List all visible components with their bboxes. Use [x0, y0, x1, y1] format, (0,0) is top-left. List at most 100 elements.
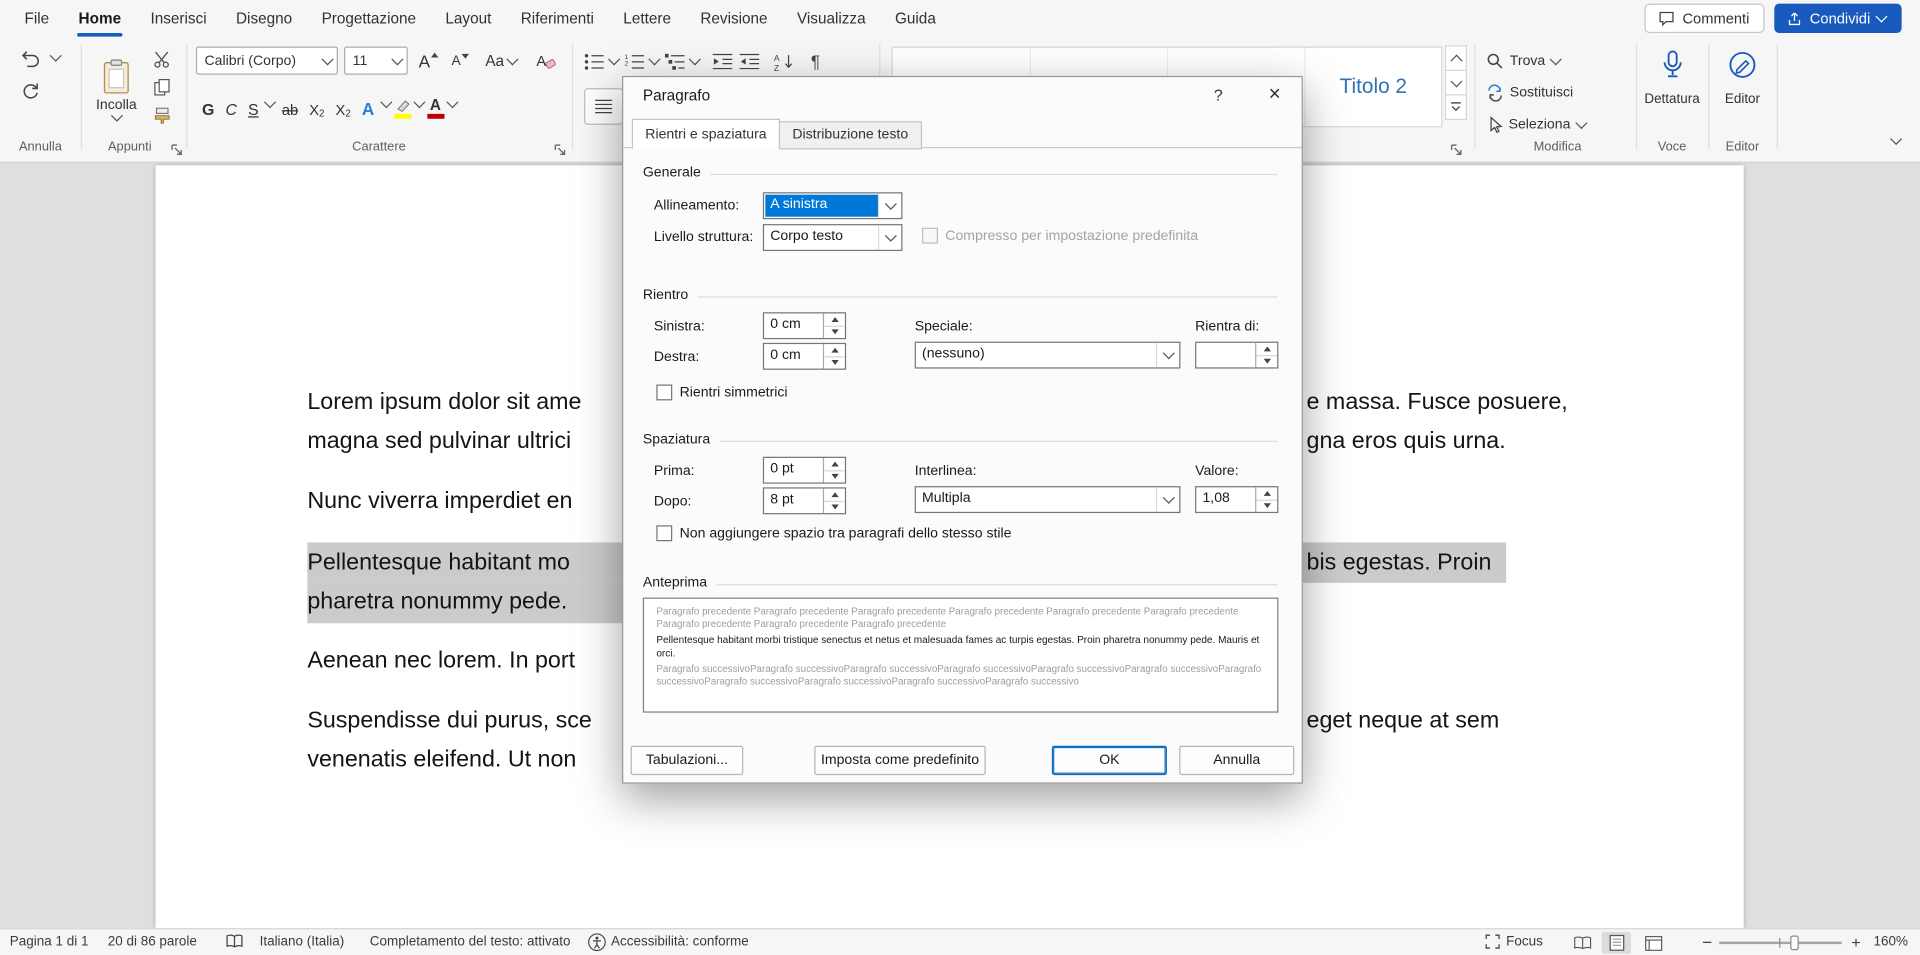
tab-visualizza[interactable]: Visualizza: [782, 0, 880, 37]
styles-scroll-down-button[interactable]: [1445, 70, 1467, 96]
numbered-list-button[interactable]: 12: [623, 50, 645, 72]
special-combo-chevron-icon[interactable]: [1156, 343, 1179, 367]
find-button[interactable]: Trova: [1487, 48, 1560, 75]
copy-button[interactable]: [147, 75, 176, 99]
tab-layout[interactable]: Layout: [431, 0, 506, 37]
tab-disegno[interactable]: Disegno: [221, 0, 307, 37]
font-color-chevron-icon[interactable]: [446, 96, 458, 108]
focus-icon[interactable]: [1484, 933, 1501, 954]
accessibility-icon[interactable]: [588, 933, 606, 955]
tabs-button[interactable]: Tabulazioni...: [631, 746, 744, 775]
spin-up-button[interactable]: [1256, 343, 1277, 355]
doc-text[interactable]: e massa. Fusce posuere,: [1307, 389, 1568, 416]
set-as-default-button[interactable]: Imposta come predefinito: [814, 746, 985, 775]
redo-button[interactable]: [15, 77, 47, 104]
dictate-label[interactable]: Dettatura: [1636, 91, 1708, 108]
language-indicator[interactable]: Italiano (Italia): [260, 929, 345, 955]
clear-formatting-button[interactable]: A: [529, 47, 561, 75]
page-indicator[interactable]: Pagina 1 di 1: [10, 929, 89, 955]
shrink-font-button[interactable]: A: [446, 47, 475, 75]
alignment-combo-chevron-icon[interactable]: [878, 193, 901, 217]
multilevel-list-button[interactable]: [664, 50, 686, 72]
doc-text[interactable]: Nunc viverra imperdiet en: [307, 489, 572, 516]
styles-scroll-up-button[interactable]: [1445, 45, 1467, 71]
tab-lettere[interactable]: Lettere: [609, 0, 686, 37]
doc-text[interactable]: Pellentesque habitant mo: [307, 550, 570, 577]
spin-up-button[interactable]: [824, 458, 845, 470]
bold-button[interactable]: G: [198, 89, 218, 118]
underline-chevron-icon[interactable]: [264, 96, 276, 108]
select-button[interactable]: Seleziona: [1487, 111, 1586, 138]
doc-text[interactable]: bis egestas. Proin: [1307, 550, 1492, 577]
styles-more-button[interactable]: [1445, 94, 1467, 120]
superscript-button[interactable]: X2: [332, 89, 355, 118]
spin-down-button[interactable]: [824, 356, 845, 369]
no-space-same-style-checkbox[interactable]: [656, 525, 672, 541]
subscript-button[interactable]: X2: [306, 89, 329, 118]
collapse-ribbon-button[interactable]: [1883, 130, 1907, 152]
space-after-spinner[interactable]: 8 pt: [763, 487, 846, 514]
doc-text[interactable]: venenatis eleifend. Ut non: [307, 747, 576, 774]
editor-button-label[interactable]: Editor: [1708, 91, 1777, 108]
tab-guida[interactable]: Guida: [880, 0, 950, 37]
spin-down-button[interactable]: [824, 470, 845, 483]
spin-down-button[interactable]: [1256, 499, 1277, 512]
doc-text[interactable]: gna eros quis urna.: [1307, 429, 1506, 456]
alignment-combo[interactable]: A sinistra: [763, 192, 903, 219]
read-mode-button[interactable]: [1567, 932, 1596, 954]
outline-combo-chevron-icon[interactable]: [878, 225, 901, 249]
spin-up-button[interactable]: [824, 489, 845, 501]
zoom-in-button[interactable]: +: [1851, 929, 1860, 955]
print-layout-button[interactable]: [1602, 932, 1631, 954]
spin-down-button[interactable]: [1256, 354, 1277, 367]
dialog-tab-rientri[interactable]: Rientri e spaziatura: [632, 119, 780, 150]
styles-dialog-launcher[interactable]: [1450, 141, 1465, 156]
show-formatting-button[interactable]: ¶: [804, 50, 826, 72]
increase-indent-button[interactable]: [738, 50, 760, 72]
tab-home[interactable]: Home: [64, 0, 136, 37]
cancel-button[interactable]: Annulla: [1179, 746, 1294, 775]
font-color-button[interactable]: A: [427, 89, 444, 118]
mirror-indents-checkbox[interactable]: [656, 384, 672, 400]
sort-button[interactable]: AZ: [773, 50, 800, 72]
undo-button[interactable]: [15, 45, 47, 72]
dictate-button[interactable]: [1651, 45, 1695, 84]
text-effects-chevron-icon[interactable]: [380, 96, 392, 108]
font-dialog-launcher[interactable]: [553, 141, 568, 156]
spin-up-button[interactable]: [824, 344, 845, 356]
dialog-tab-distribuzione[interactable]: Distribuzione testo: [779, 121, 922, 149]
indent-by-spinner[interactable]: [1195, 342, 1278, 369]
change-case-button[interactable]: Aa: [480, 47, 522, 75]
doc-text[interactable]: pharetra nonummy pede.: [307, 589, 567, 616]
bullet-list-chevron-icon[interactable]: [608, 53, 620, 65]
doc-text[interactable]: Suspendisse dui purus, sce: [307, 708, 592, 735]
align-justify-button[interactable]: [584, 88, 623, 125]
special-combo[interactable]: (nessuno): [915, 342, 1181, 369]
tab-file[interactable]: File: [10, 0, 64, 37]
outline-level-combo[interactable]: Corpo testo: [763, 224, 903, 251]
font-family-combo[interactable]: Calibri (Corpo): [196, 47, 338, 75]
word-count[interactable]: 20 di 86 parole: [108, 929, 197, 955]
bullet-list-button[interactable]: [583, 50, 605, 72]
tab-riferimenti[interactable]: Riferimenti: [506, 0, 609, 37]
font-family-chevron-icon[interactable]: [317, 58, 337, 63]
multilevel-list-chevron-icon[interactable]: [689, 53, 701, 65]
text-completion-indicator[interactable]: Completamento del testo: attivato: [370, 929, 571, 955]
style-cell-titolo2[interactable]: Titolo 2: [1304, 48, 1441, 126]
accessibility-status[interactable]: Accessibilità: conforme: [611, 929, 749, 955]
zoom-level[interactable]: 160%: [1873, 929, 1907, 955]
line-spacing-chevron-icon[interactable]: [1156, 487, 1179, 511]
editor-button[interactable]: [1722, 45, 1764, 84]
spin-down-button[interactable]: [824, 500, 845, 513]
indent-right-spinner[interactable]: 0 cm: [763, 343, 846, 370]
highlight-button[interactable]: [394, 89, 411, 118]
space-before-spinner[interactable]: 0 pt: [763, 457, 846, 484]
doc-text[interactable]: magna sed pulvinar ultrici: [307, 429, 571, 456]
doc-text[interactable]: Aenean nec lorem. In port: [307, 648, 575, 675]
comments-button[interactable]: Commenti: [1644, 4, 1764, 33]
tab-revisione[interactable]: Revisione: [686, 0, 783, 37]
spin-up-button[interactable]: [1256, 487, 1277, 499]
doc-text[interactable]: eget neque at sem: [1307, 708, 1500, 735]
web-layout-button[interactable]: [1638, 932, 1667, 954]
line-spacing-combo[interactable]: Multipla: [915, 486, 1181, 513]
